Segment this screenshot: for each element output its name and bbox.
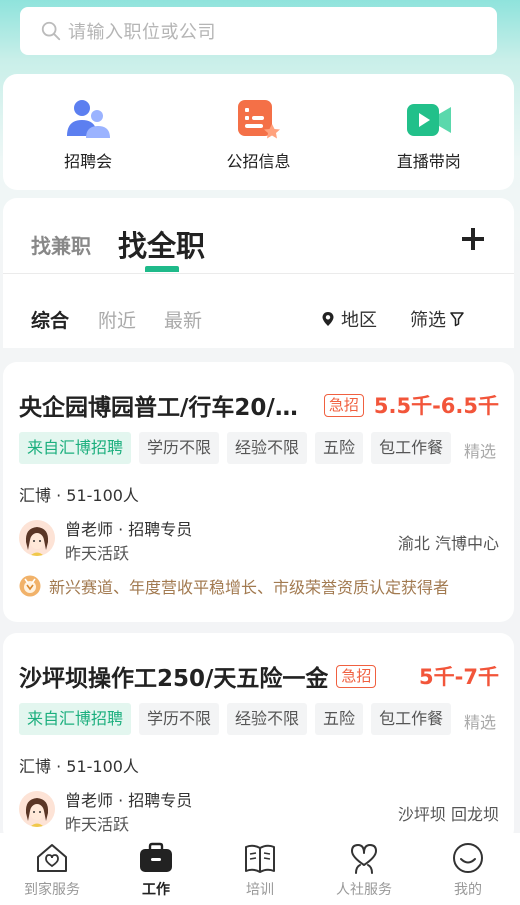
featured-label: 精选 (463, 713, 496, 732)
people-icon (67, 100, 111, 138)
funnel-icon (450, 312, 464, 327)
recruiter-active: 昨天活跃 (65, 815, 130, 834)
job-tags: 来自汇博招聘 学历不限 经验不限 五险 包工作餐 (19, 432, 452, 464)
featured-label: 精选 (463, 442, 496, 461)
job-tag: 经验不限 (227, 703, 308, 735)
job-type-tabs: 找兼职 找全职 (3, 198, 514, 274)
job-title: 央企园博园普工/行车20/天五险一金 (19, 395, 316, 421)
job-card[interactable]: 沙坪坝操作工250/天五险一金 急招 5千-7千 来自汇博招聘 学历不限 经验不… (3, 633, 514, 843)
nav-label: 培训 (246, 882, 274, 898)
region-filter[interactable]: 地区 (321, 306, 377, 332)
nav-label: 我的 (454, 882, 482, 898)
recruiter-name: 曾老师 · 招聘专员 (65, 791, 193, 810)
nav-work[interactable]: 工作 (104, 833, 208, 905)
company-honor: 新兴赛道、年度营收平稳增长、市级荣誉资质认定获得者 (19, 574, 449, 598)
company-info: 汇博 · 51-100人 (19, 757, 139, 776)
nav-label: 到家服务 (24, 882, 80, 898)
briefcase-icon (140, 842, 172, 872)
job-title: 沙坪坝操作工250/天五险一金 (19, 666, 329, 692)
recruiter-active: 昨天活跃 (65, 544, 130, 563)
job-tag: 经验不限 (227, 432, 308, 464)
quick-label: 招聘会 (64, 152, 113, 171)
quick-label: 公招信息 (226, 152, 291, 171)
avatar (19, 791, 55, 827)
company-info: 汇博 · 51-100人 (19, 486, 139, 505)
recruiter-name: 曾老师 · 招聘专员 (65, 520, 193, 539)
filter-label: 筛选 (410, 310, 446, 331)
honor-text: 新兴赛道、年度营收平稳增长、市级荣誉资质认定获得者 (49, 578, 450, 597)
home-service-icon (37, 844, 67, 872)
job-tag: 学历不限 (139, 703, 220, 735)
smile-icon (453, 843, 483, 873)
job-title-row: 央企园博园普工/行车20/天五险一金 急招 5.5千-6.5千 (19, 388, 499, 422)
search-input[interactable]: 请输入职位或公司 (68, 18, 216, 44)
search-icon (41, 21, 61, 41)
medal-icon (19, 575, 41, 597)
nav-home-service[interactable]: 到家服务 (0, 833, 104, 905)
job-tabs-panel: 找兼职 找全职 综合 附近 最新 地区 筛选 (3, 198, 514, 348)
job-tag: 来自汇博招聘 (19, 432, 132, 464)
sort-comprehensive[interactable]: 综合 (31, 306, 69, 333)
nav-label: 人社服务 (336, 882, 392, 898)
job-salary: 5千-7千 (419, 665, 499, 689)
job-title-row: 沙坪坝操作工250/天五险一金 急招 5千-7千 (19, 659, 499, 693)
quick-job-fair[interactable]: 招聘会 (28, 98, 148, 172)
recruiter-row: 曾老师 · 招聘专员 昨天活跃 渝北 汽博中心 (19, 516, 499, 564)
location-pin-icon (322, 312, 334, 326)
tab-part-time[interactable]: 找兼职 (31, 230, 91, 259)
book-icon (245, 844, 275, 873)
quick-public-recruit[interactable]: 公招信息 (198, 98, 318, 172)
nav-social-service[interactable]: 人社服务 (312, 833, 416, 905)
heart-hands-icon (351, 844, 377, 874)
nav-mine[interactable]: 我的 (416, 833, 520, 905)
tab-full-time[interactable]: 找全职 (118, 223, 205, 265)
sort-latest[interactable]: 最新 (164, 306, 202, 333)
job-tag: 学历不限 (139, 432, 220, 464)
region-label: 地区 (341, 310, 377, 331)
job-tag: 五险 (315, 703, 364, 735)
search-bar[interactable]: 请输入职位或公司 (20, 7, 497, 55)
sort-nearby[interactable]: 附近 (98, 306, 136, 333)
urgent-badge: 急招 (336, 664, 377, 688)
urgent-badge: 急招 (323, 393, 364, 417)
job-tag: 包工作餐 (371, 703, 452, 735)
nav-label: 工作 (142, 882, 170, 898)
bottom-nav: 到家服务 工作 培训 人社服务 我的 (0, 833, 520, 905)
recruiter-row: 曾老师 · 招聘专员 昨天活跃 沙坪坝 回龙坝 (19, 787, 499, 835)
tab-active-indicator (145, 266, 179, 272)
plus-icon[interactable] (462, 228, 484, 250)
quick-live-recruit[interactable]: 直播带岗 (369, 98, 489, 172)
filter-bar: 综合 附近 最新 地区 筛选 (3, 298, 514, 338)
quick-label: 直播带岗 (396, 152, 461, 171)
nav-training[interactable]: 培训 (208, 833, 312, 905)
quick-entries: 招聘会 公招信息 直播带岗 (3, 74, 514, 190)
notice-icon (238, 100, 281, 139)
filter-button[interactable]: 筛选 (410, 306, 464, 332)
avatar (19, 520, 55, 556)
job-tags: 来自汇博招聘 学历不限 经验不限 五险 包工作餐 (19, 703, 452, 735)
job-card[interactable]: 央企园博园普工/行车20/天五险一金 急招 5.5千-6.5千 来自汇博招聘 学… (3, 362, 514, 622)
video-icon (406, 104, 451, 136)
job-tag: 五险 (315, 432, 364, 464)
job-salary: 5.5千-6.5千 (373, 394, 499, 418)
job-location: 渝北 汽博中心 (397, 534, 499, 553)
job-tag: 来自汇博招聘 (19, 703, 132, 735)
job-tag: 包工作餐 (371, 432, 452, 464)
job-location: 沙坪坝 回龙坝 (397, 805, 499, 824)
